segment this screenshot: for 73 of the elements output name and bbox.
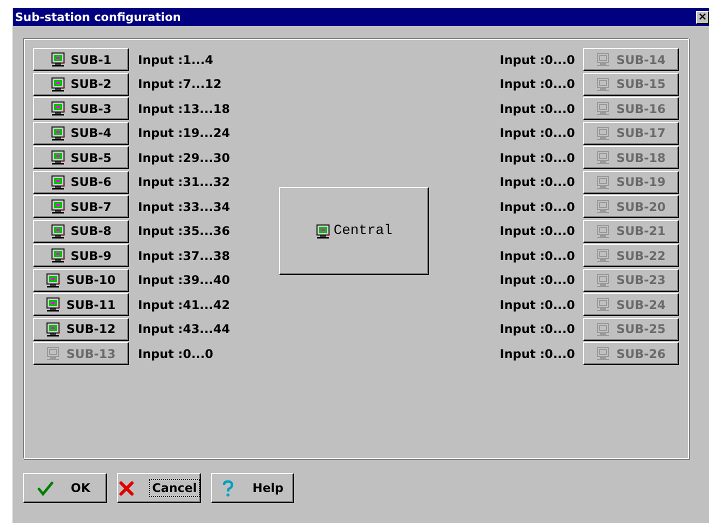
substation-button[interactable]: SUB-11 — [33, 293, 129, 316]
substation-button[interactable]: SUB-9 — [33, 244, 129, 267]
input-range-label: Input :33...34 — [138, 200, 230, 214]
monitor-icon — [50, 248, 65, 263]
window-title: Sub-station configuration — [14, 10, 181, 24]
input-range-label: Input :0...0 — [500, 102, 575, 116]
monitor-icon — [50, 52, 65, 67]
input-range-label: Input :37...38 — [138, 248, 230, 262]
monitor-icon — [596, 199, 610, 214]
input-range-label: Input :7...12 — [138, 77, 222, 91]
input-range-label: Input :0...0 — [500, 273, 575, 287]
substation-button[interactable]: SUB-3 — [33, 97, 129, 120]
monitor-icon — [596, 322, 610, 336]
monitor-icon — [596, 224, 610, 238]
input-range-label: Input :41...42 — [138, 298, 230, 312]
input-range-label: Input :0...0 — [500, 248, 575, 262]
input-range-label: Input :13...18 — [138, 102, 230, 116]
monitor-icon — [316, 224, 330, 238]
input-range-label: Input :19...24 — [138, 126, 230, 140]
monitor-icon — [50, 174, 65, 190]
monitor-icon — [596, 101, 610, 116]
substation-button[interactable]: SUB-7 — [33, 195, 129, 218]
monitor-icon — [596, 126, 610, 140]
substation-button[interactable]: SUB-8 — [33, 220, 129, 242]
monitor-icon — [50, 126, 65, 140]
monitor-icon — [50, 224, 65, 238]
monitor-icon — [596, 150, 610, 165]
input-range-label: Input :0...0 — [500, 77, 575, 91]
checkmark-icon — [36, 480, 54, 496]
ok-button[interactable]: OK — [23, 473, 107, 503]
input-range-label: Input :0...0 — [500, 346, 575, 360]
input-range-label: Input :0...0 — [500, 126, 575, 140]
substation-button[interactable]: SUB-5 — [33, 146, 129, 169]
monitor-icon — [596, 272, 610, 288]
input-range-label: Input :35...36 — [138, 224, 230, 238]
monitor-icon — [596, 52, 610, 67]
substation-button[interactable]: SUB-1 — [33, 48, 129, 71]
input-range-label: Input :43...44 — [138, 322, 230, 336]
substation-button[interactable]: SUB-10 — [33, 268, 129, 292]
cancel-button[interactable]: Cancel — [117, 473, 201, 503]
monitor-icon — [46, 322, 60, 336]
monitor-icon — [596, 174, 610, 190]
input-range-label: Input :31...32 — [138, 175, 230, 189]
monitor-icon — [46, 272, 60, 288]
monitor-icon — [596, 248, 610, 263]
cross-icon — [118, 480, 136, 496]
input-range-label: Input :0...0 — [500, 322, 575, 336]
monitor-icon — [596, 346, 610, 361]
monitor-icon — [46, 297, 60, 312]
substation-button[interactable]: SUB-2 — [33, 72, 129, 96]
input-range-label: Input :0...0 — [500, 175, 575, 189]
substation-button[interactable]: SUB-6 — [33, 170, 129, 194]
input-range-label: Input :1...4 — [138, 52, 214, 66]
input-range-label: Input :0...0 — [500, 52, 575, 66]
close-button[interactable]: × — [696, 10, 709, 24]
substation-button[interactable]: SUB-12 — [33, 318, 129, 340]
help-button[interactable]: Help — [211, 473, 294, 503]
substation-button[interactable]: SUB-4 — [33, 122, 129, 144]
input-range-label: Input :0...0 — [500, 224, 575, 238]
monitor-icon — [50, 150, 65, 165]
monitor-icon — [596, 297, 610, 312]
monitor-icon — [50, 76, 65, 92]
input-range-label: Input :39...40 — [138, 273, 230, 287]
input-range-label: Input :0...0 — [500, 150, 575, 164]
input-range-label: Input :0...0 — [138, 346, 214, 360]
input-range-label: Input :0...0 — [500, 298, 575, 312]
input-range-label: Input :0...0 — [500, 200, 575, 214]
monitor-icon — [50, 101, 65, 116]
central-button[interactable]: Central — [279, 187, 429, 275]
input-range-label: Input :29...30 — [138, 150, 230, 164]
monitor-icon — [50, 199, 65, 214]
monitor-icon — [46, 346, 60, 361]
monitor-icon — [596, 76, 610, 92]
